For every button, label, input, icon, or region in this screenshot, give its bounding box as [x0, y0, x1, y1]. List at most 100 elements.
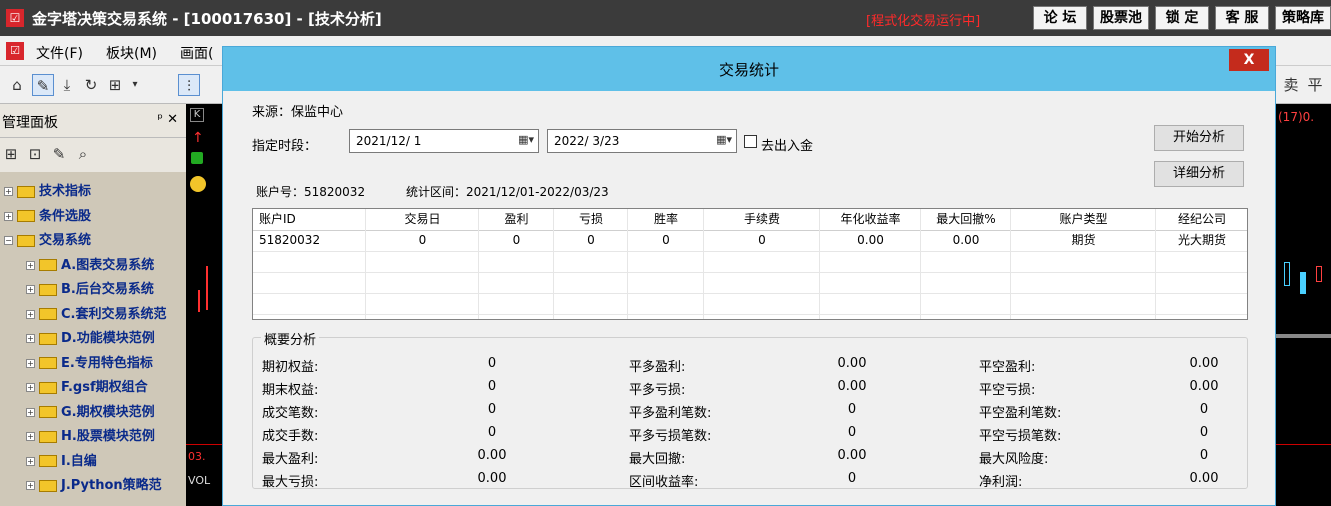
close-position-label[interactable]: 平 — [1304, 74, 1326, 96]
column-header[interactable]: 账户ID — [259, 209, 361, 230]
account-label: 账户号：51820032 — [256, 185, 366, 199]
tree-item[interactable]: + H.股票模块范例 — [26, 425, 155, 449]
tree-item[interactable]: + 技术指标 — [4, 180, 91, 204]
panel-pin-close-controls[interactable]: ᵖ ✕ — [157, 112, 178, 127]
search-icon[interactable]: ⌕ — [74, 145, 92, 163]
column-header[interactable]: 经纪公司 — [1161, 209, 1243, 230]
expand-icon[interactable]: + — [4, 211, 13, 221]
tree-item-label: F.gsf期权组合 — [61, 380, 148, 395]
column-header[interactable]: 盈利 — [484, 209, 549, 230]
table-cell[interactable]: 光大期货 — [1161, 230, 1243, 251]
tree-item[interactable]: + C.套利交易系统范 — [26, 303, 166, 327]
expand-icon[interactable]: + — [26, 309, 35, 319]
expand-icon[interactable]: + — [26, 456, 35, 466]
grid-layout-icon[interactable]: ⊞ — [104, 74, 126, 96]
tree-item-label: J.Python策略范 — [61, 478, 162, 493]
calendar-dropdown-icon[interactable]: ▦▾ — [716, 133, 732, 146]
expand-icon[interactable]: + — [26, 432, 35, 441]
summary-value: 0 — [487, 425, 497, 440]
new-folder-icon[interactable]: ⊡ — [26, 145, 44, 163]
detail-analysis-button[interactable]: 详细分析 — [1154, 161, 1244, 187]
expand-icon[interactable]: + — [26, 358, 35, 368]
column-header[interactable]: 交易日 — [371, 209, 474, 230]
forum-button[interactable]: 论 坛 — [1033, 6, 1087, 30]
table-cell[interactable]: 0 — [371, 230, 474, 251]
lock-button[interactable]: 锁 定 — [1155, 6, 1209, 30]
app-logo-icon: ☑ — [6, 9, 24, 27]
summary-value: 0.00 — [837, 448, 867, 463]
new-file-icon[interactable]: ⊞ — [2, 145, 20, 163]
menu-file[interactable]: 文件(F) — [36, 43, 83, 63]
expand-icon[interactable]: + — [26, 260, 35, 270]
table-cell[interactable]: 51820032 — [259, 230, 361, 251]
refresh-icon[interactable]: ↻ — [80, 74, 102, 96]
row-divider — [253, 272, 1247, 273]
tree-item[interactable]: + J.Python策略范 — [26, 474, 162, 498]
draw-pen-icon[interactable]: ✎ — [32, 74, 54, 96]
tree-item[interactable]: + G.期权模块范例 — [26, 401, 155, 425]
tree-item[interactable]: + D.功能模块范例 — [26, 327, 155, 351]
column-header[interactable]: 年化收益率 — [825, 209, 916, 230]
start-analysis-button[interactable]: 开始分析 — [1154, 125, 1244, 151]
expand-icon[interactable]: + — [26, 407, 35, 417]
column-divider — [819, 209, 820, 319]
chevron-down-icon[interactable]: ▾ — [124, 74, 146, 96]
end-date-picker[interactable]: 2022/ 3/23 ▦▾ — [547, 129, 737, 153]
candlestick-icon[interactable]: ⫶ — [178, 74, 200, 96]
close-icon[interactable]: X — [1229, 49, 1269, 71]
expand-icon[interactable]: + — [26, 334, 35, 343]
tree-item-label: A.图表交易系统 — [61, 257, 155, 273]
table-cell[interactable]: 0 — [559, 230, 623, 251]
table-cell[interactable]: 0 — [484, 230, 549, 251]
candle-mark — [1284, 262, 1290, 286]
tree-item[interactable]: + E.专用特色指标 — [26, 352, 153, 376]
k-label: K — [190, 108, 204, 122]
table-cell[interactable]: 0.00 — [926, 230, 1006, 251]
folder-icon — [39, 357, 57, 369]
menu-app-icon[interactable]: ☑ — [6, 42, 24, 60]
chart-divider — [186, 444, 222, 445]
calendar-dropdown-icon[interactable]: ▦▾ — [518, 133, 534, 146]
collapse-icon[interactable]: − — [4, 236, 13, 245]
expand-icon[interactable]: + — [26, 285, 35, 294]
customer-service-button[interactable]: 客 服 — [1215, 6, 1269, 30]
sell-label[interactable]: 卖 — [1280, 74, 1302, 96]
tree-item-label: C.套利交易系统范 — [61, 306, 167, 322]
menu-sector[interactable]: 板块(M) — [106, 43, 157, 63]
strategy-library-button[interactable]: 策略库 — [1275, 6, 1331, 30]
chart-strip-right: (17)0. — [1276, 104, 1331, 506]
column-header[interactable]: 亏损 — [559, 209, 623, 230]
tree-item[interactable]: − 交易系统 — [4, 229, 91, 253]
table-cell[interactable]: 0.00 — [825, 230, 916, 251]
expand-icon[interactable]: + — [26, 481, 35, 490]
menu-screen[interactable]: 画面( — [180, 43, 213, 63]
table-cell[interactable]: 0 — [633, 230, 699, 251]
column-header[interactable]: 账户类型 — [1016, 209, 1151, 230]
summary-label: 平多盈利笔数: — [629, 406, 712, 421]
home-icon[interactable]: ⌂ — [6, 74, 28, 96]
folder-icon — [17, 234, 35, 247]
stock-pool-button[interactable]: 股票池 — [1093, 6, 1149, 30]
table-cell[interactable]: 期货 — [1016, 230, 1151, 251]
exclude-deposits-checkbox[interactable] — [744, 135, 757, 148]
row-divider — [253, 314, 1247, 315]
app-title: 金字塔决策交易系统 - [100017630] - [技术分析] — [32, 10, 382, 28]
tree-item[interactable]: + F.gsf期权组合 — [26, 376, 148, 400]
tree-item[interactable]: + A.图表交易系统 — [26, 254, 154, 278]
column-header[interactable]: 胜率 — [633, 209, 699, 230]
column-header[interactable]: 最大回撤% — [926, 209, 1006, 230]
start-date-picker[interactable]: 2021/12/ 1 ▦▾ — [349, 129, 539, 153]
tree-item[interactable]: + 条件选股 — [4, 205, 91, 229]
expand-icon[interactable]: + — [26, 383, 35, 392]
summary-label: 区间收益率: — [629, 475, 699, 490]
tree-item[interactable]: + I.自编 — [26, 450, 97, 474]
download-icon[interactable]: ⤓ — [56, 74, 78, 96]
column-header[interactable]: 手续费 — [709, 209, 815, 230]
expand-icon[interactable]: + — [4, 187, 13, 196]
edit-icon[interactable]: ✎ — [50, 145, 68, 163]
row-divider — [253, 293, 1247, 294]
table-cell[interactable]: 0 — [709, 230, 815, 251]
folder-icon — [17, 210, 35, 222]
candle-mark — [1316, 266, 1322, 282]
tree-item[interactable]: + B.后台交易系统 — [26, 278, 154, 302]
